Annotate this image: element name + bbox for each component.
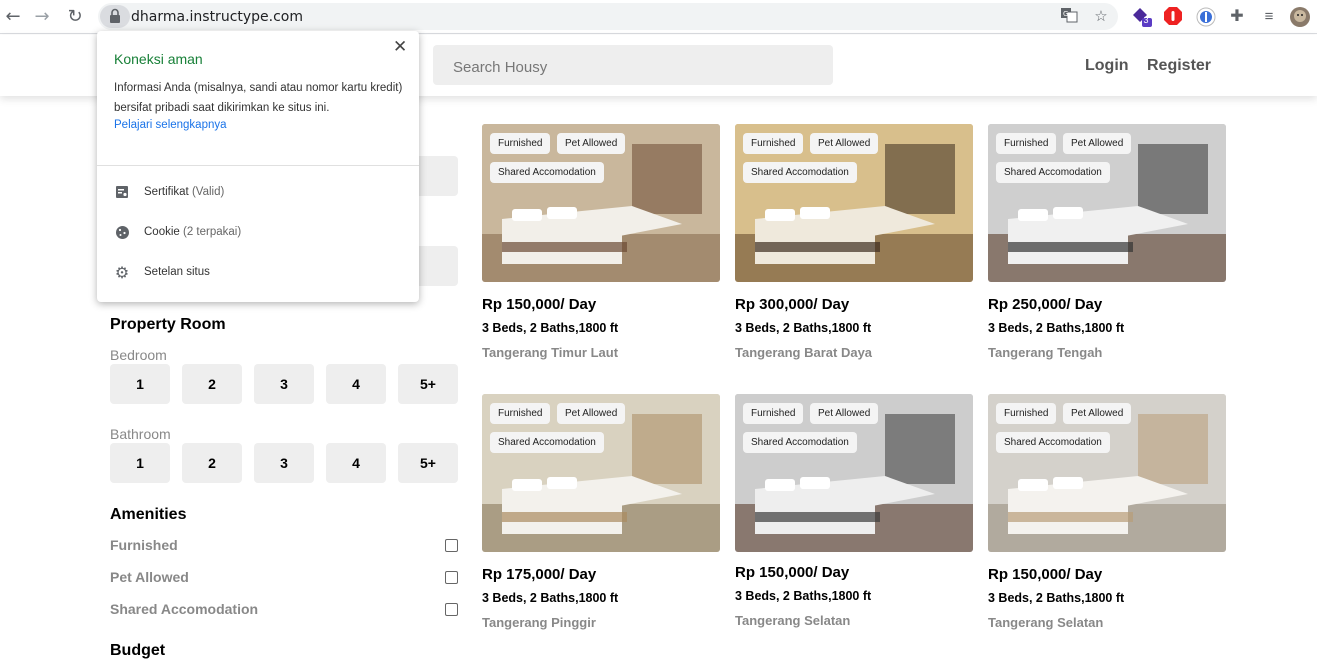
listing-price: Rp 150,000/ Day: [735, 564, 850, 581]
listing-specs: 3 Beds, 2 Baths,1800 ft: [735, 589, 872, 603]
listing-price: Rp 175,000/ Day: [482, 566, 597, 583]
listing-location: Tangerang Pinggir: [482, 615, 596, 630]
back-icon[interactable]: ←: [2, 6, 24, 28]
listing-location: Tangerang Timur Laut: [482, 345, 619, 360]
tag-pet-allowed: Pet Allowed: [1063, 133, 1132, 154]
listing-price: Rp 150,000/ Day: [482, 296, 597, 313]
listing-location: Tangerang Selatan: [988, 615, 1104, 630]
tag-shared-accomodation: Shared Accomodation: [743, 162, 857, 183]
tag-shared-accomodation: Shared Accomodation: [996, 432, 1110, 453]
amenity-shared-label: Shared Accomodation: [110, 601, 259, 617]
budget-title: Budget: [110, 642, 166, 659]
listing-location: Tangerang Tengah: [988, 345, 1103, 360]
adblock-icon[interactable]: [1162, 6, 1184, 28]
listing-specs: 3 Beds, 2 Baths,1800 ft: [988, 591, 1125, 605]
amenities-title: Amenities: [110, 506, 187, 523]
tag-shared-accomodation: Shared Accomodation: [490, 432, 604, 453]
listing-specs: 3 Beds, 2 Baths,1800 ft: [482, 591, 619, 605]
certificate-status: (Valid): [191, 186, 225, 198]
extension-badge: 3: [1143, 15, 1149, 25]
learn-more-link[interactable]: Pelajari selengkapnya: [114, 119, 227, 131]
tag-pet-allowed: Pet Allowed: [810, 403, 879, 424]
tag-shared-accomodation: Shared Accomodation: [996, 162, 1110, 183]
close-icon[interactable]: ✕: [393, 37, 407, 57]
listing-specs: 3 Beds, 2 Baths,1800 ft: [988, 321, 1125, 335]
tag-furnished: Furnished: [996, 133, 1057, 154]
tag-pet-allowed: Pet Allowed: [557, 403, 626, 424]
cookie-icon: [114, 225, 130, 241]
bathroom-option-2[interactable]: 2: [182, 443, 242, 483]
listing-card[interactable]: Furnished Pet Allowed Shared Accomodation R…: [988, 124, 1226, 364]
tag-furnished: Furnished: [490, 133, 551, 154]
listing-price: Rp 300,000/ Day: [735, 296, 850, 313]
bathroom-option-4[interactable]: 4: [326, 443, 386, 483]
amenity-shared-checkbox[interactable]: [445, 603, 458, 616]
bookmark-star-icon[interactable]: ☆: [1090, 6, 1112, 28]
tag-shared-accomodation: Shared Accomodation: [490, 162, 604, 183]
bedroom-option-1[interactable]: 1: [110, 364, 170, 404]
amenity-pet-allowed-checkbox[interactable]: [445, 571, 458, 584]
amenity-furnished-checkbox[interactable]: [445, 539, 458, 552]
listing-card[interactable]: Furnished Pet Allowed Shared Accomodation R…: [482, 124, 720, 364]
cookie-item[interactable]: Cookie (2 terpakai): [114, 223, 404, 245]
listing-card[interactable]: Furnished Pet Allowed Shared Accomodation R…: [735, 394, 973, 634]
site-settings-label: Setelan situs: [144, 266, 210, 278]
extensions-puzzle-icon[interactable]: ✚: [1226, 6, 1248, 28]
bathroom-option-1[interactable]: 1: [110, 443, 170, 483]
tag-furnished: Furnished: [743, 403, 804, 424]
bedroom-option-4[interactable]: 4: [326, 364, 386, 404]
tag-shared-accomodation: Shared Accomodation: [743, 432, 857, 453]
certificate-item[interactable]: Sertifikat (Valid): [114, 183, 404, 205]
translate-icon[interactable]: G: [1058, 6, 1080, 28]
browser-toolbar: ← → ↻ dharma.instructype.com G ☆ 3 ✚ ≡: [0, 0, 1317, 34]
tag-pet-allowed: Pet Allowed: [810, 133, 879, 154]
svg-text:G: G: [1063, 10, 1068, 18]
tag-furnished: Furnished: [490, 403, 551, 424]
bathroom-option-3[interactable]: 3: [254, 443, 314, 483]
popup-divider: [97, 165, 419, 166]
listing-price: Rp 250,000/ Day: [988, 296, 1103, 313]
url-text[interactable]: dharma.instructype.com: [131, 9, 303, 25]
tag-pet-allowed: Pet Allowed: [1063, 403, 1132, 424]
reload-icon[interactable]: ↻: [64, 6, 86, 28]
bedroom-option-3[interactable]: 3: [254, 364, 314, 404]
listing-price: Rp 150,000/ Day: [988, 566, 1103, 583]
cookie-status: (2 terpakai): [183, 226, 242, 238]
tag-pet-allowed: Pet Allowed: [557, 133, 626, 154]
popup-title: Koneksi aman: [114, 51, 203, 67]
listing-card[interactable]: Furnished Pet Allowed Shared Accomodation R…: [482, 394, 720, 634]
bedroom-option-5plus[interactable]: 5+: [398, 364, 458, 404]
property-room-title: Property Room: [110, 316, 226, 333]
bedroom-option-2[interactable]: 2: [182, 364, 242, 404]
listing-card[interactable]: Furnished Pet Allowed Shared Accomodation R…: [988, 394, 1226, 634]
bathroom-option-5plus[interactable]: 5+: [398, 443, 458, 483]
listing-location: Tangerang Selatan: [735, 613, 851, 628]
search-input[interactable]: Search Housy: [433, 45, 833, 85]
bedroom-label: Bedroom: [110, 347, 167, 363]
bathroom-label: Bathroom: [110, 426, 171, 442]
media-control-icon[interactable]: ≡: [1258, 6, 1280, 28]
listing-card[interactable]: Furnished Pet Allowed Shared Accomodation R…: [735, 124, 973, 364]
certificate-icon: [114, 185, 130, 201]
site-info-popup: Koneksi aman ✕ Informasi Anda (misalnya,…: [97, 31, 419, 302]
certificate-label: Sertifikat: [144, 186, 189, 198]
lock-icon[interactable]: [100, 5, 130, 28]
login-link[interactable]: Login: [1085, 57, 1129, 75]
extension-circle-icon[interactable]: [1195, 6, 1217, 28]
listing-location: Tangerang Barat Daya: [735, 345, 873, 360]
listing-specs: 3 Beds, 2 Baths,1800 ft: [482, 321, 619, 335]
site-settings-item[interactable]: ⚙ Setelan situs: [114, 263, 404, 285]
popup-description: Informasi Anda (misalnya, sandi atau nom…: [114, 82, 403, 114]
gear-icon: ⚙: [114, 263, 130, 282]
register-link[interactable]: Register: [1147, 57, 1211, 75]
cookie-label: Cookie: [144, 226, 180, 238]
avatar[interactable]: [1289, 6, 1311, 28]
tag-furnished: Furnished: [743, 133, 804, 154]
listing-specs: 3 Beds, 2 Baths,1800 ft: [735, 321, 872, 335]
amenity-pet-allowed-label: Pet Allowed: [110, 569, 189, 585]
forward-icon[interactable]: →: [31, 6, 53, 28]
tag-furnished: Furnished: [996, 403, 1057, 424]
amenity-furnished-label: Furnished: [110, 537, 178, 553]
